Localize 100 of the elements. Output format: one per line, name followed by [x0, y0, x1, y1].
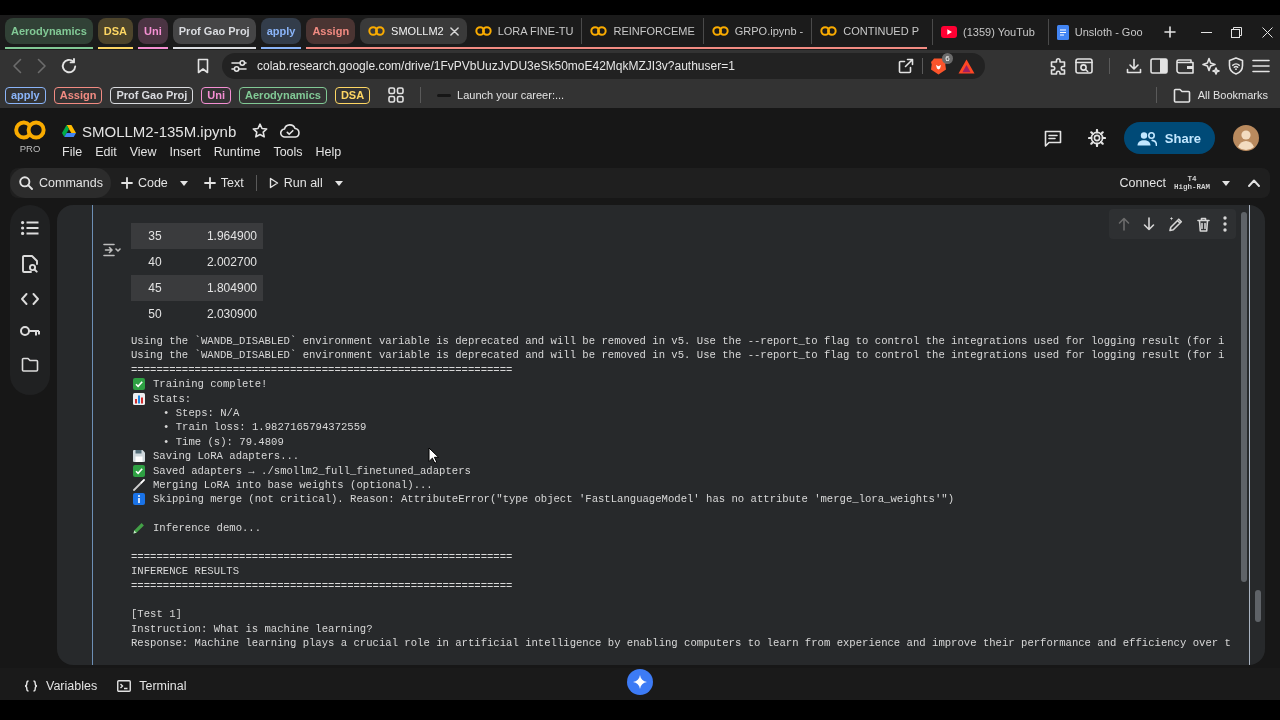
caret-icon[interactable] [179, 180, 188, 186]
people-icon [1136, 130, 1157, 146]
browser-tab[interactable]: REINFORCEME [581, 18, 703, 44]
bookmark-group-chip[interactable]: Assign [53, 86, 103, 104]
wallet-icon[interactable] [1176, 58, 1194, 74]
chevron-up-icon[interactable] [1248, 179, 1260, 187]
settings-icon[interactable] [1087, 129, 1106, 147]
triangle-icon[interactable] [958, 58, 975, 74]
browser-tab[interactable]: LORA FINE-TU [466, 18, 582, 44]
bookmark-group-chip[interactable]: Aerodynamics [239, 86, 327, 104]
output-toggle-icon[interactable] [103, 243, 121, 257]
plan-label: PRO [19, 144, 41, 154]
tab-group-chip[interactable]: apply [260, 18, 302, 44]
commands-button[interactable]: Commands [10, 168, 111, 198]
all-bookmarks-button[interactable]: All Bookmarks [1172, 87, 1268, 103]
star-icon[interactable] [252, 123, 269, 139]
browser-tab[interactable]: CONTINUED P [811, 18, 927, 44]
output-line: Stats: [153, 391, 192, 406]
bookmark-link[interactable]: Launch your career:... [437, 89, 565, 101]
lion-head-icon[interactable] [931, 57, 946, 75]
caret-icon[interactable] [1222, 180, 1230, 186]
share-icon[interactable] [898, 58, 914, 74]
variables-button[interactable]: Variables [22, 678, 100, 693]
tab-search-icon[interactable] [1075, 58, 1093, 74]
triangle-logo-icon [62, 125, 76, 137]
menu-item[interactable]: Edit [95, 144, 117, 160]
address-bar[interactable]: colab.research.google.com/drive/1FvPVbUuzJvDU3eSk50moE42MqkMZJI3v?authuser=1 6 [222, 53, 985, 79]
code-icon[interactable] [21, 293, 39, 305]
check-box-icon [133, 378, 145, 391]
tab-group-chip[interactable]: Assign [306, 18, 356, 44]
minimize-icon[interactable] [1200, 31, 1212, 33]
caret-icon[interactable] [334, 180, 343, 186]
tab-group-chip[interactable]: Aerodynamics [5, 18, 93, 44]
add-code-button[interactable]: Code [116, 169, 172, 197]
output-line: • Time (s): 79.4809 [162, 434, 285, 450]
browser-tab[interactable]: (1359) YouTub [932, 19, 1043, 45]
list-icon[interactable] [21, 221, 39, 235]
download-icon[interactable] [1126, 58, 1142, 74]
puzzle-icon[interactable] [1049, 57, 1067, 75]
reload-icon[interactable] [61, 58, 77, 74]
sparkle-button[interactable] [627, 669, 653, 695]
bookmark-group-chip[interactable]: Uni [201, 86, 232, 104]
document-icon [1056, 24, 1069, 40]
run-all-button[interactable]: Run all [264, 169, 327, 197]
terminal-button[interactable]: Terminal [115, 678, 189, 693]
bookmark-group-chip[interactable]: apply [5, 86, 46, 104]
rings-icon [711, 26, 729, 36]
add-text-button[interactable]: Text [199, 169, 248, 197]
menu-icon[interactable] [1252, 59, 1270, 73]
close-icon[interactable] [1261, 26, 1273, 38]
browser-tab[interactable]: SMOLLM2 [360, 18, 467, 44]
browser-tab[interactable]: GRPO.ipynb - [702, 18, 812, 44]
tab-group-chip[interactable]: Prof Gao Proj [172, 18, 256, 44]
rings-icon [474, 26, 492, 36]
table-cell-text: 2.030900 [205, 306, 258, 323]
scrollbar-thumb[interactable] [1255, 590, 1261, 622]
pencil-icon [133, 522, 145, 535]
trash-icon[interactable] [1197, 216, 1210, 232]
sidebar-icon[interactable] [1150, 58, 1168, 74]
shield-icon[interactable] [1228, 57, 1244, 75]
tab-group-chip[interactable]: Uni [138, 18, 168, 44]
browser-tab[interactable]: Unsloth - Goo [1047, 19, 1151, 45]
plus-icon[interactable] [1163, 26, 1176, 38]
menu-item[interactable]: Runtime [213, 144, 261, 160]
key-icon[interactable] [20, 325, 40, 337]
close-icon[interactable] [449, 26, 459, 36]
share-button[interactable]: Share [1123, 122, 1215, 154]
menu-item[interactable]: Tools [273, 144, 303, 160]
apps-grid-icon[interactable] [388, 87, 405, 103]
menu-item[interactable]: File [62, 144, 83, 160]
output-line: ============================================================ [131, 578, 514, 594]
site-settings-icon[interactable] [231, 59, 247, 73]
info-icon [133, 493, 145, 506]
play-icon [268, 177, 279, 189]
url-field[interactable]: colab.research.google.com/drive/1FvPVbUuzJvDU3eSk50moE42MqkMZJI3v?authuser=1 [257, 59, 735, 73]
scrollbar-thumb[interactable] [1241, 212, 1247, 582]
more-vert-icon[interactable] [1223, 216, 1227, 232]
menu-item[interactable]: Insert [169, 144, 201, 160]
sparkles-icon[interactable] [1202, 57, 1220, 75]
bookmark-group-chip[interactable]: Prof Gao Proj [110, 86, 194, 104]
notebook-title[interactable]: SMOLLM2-135M.ipynb [82, 122, 237, 140]
menu-item[interactable]: Help [315, 144, 342, 160]
bar-chart-icon [133, 392, 145, 405]
table-cell-text: 2.002700 [205, 254, 258, 271]
cloud-check-icon [280, 124, 301, 138]
bookmark-icon[interactable] [197, 58, 209, 74]
folder-icon[interactable] [21, 357, 39, 372]
table-cell-text: 50 [147, 306, 163, 323]
tab-group-chip[interactable]: DSA [97, 18, 134, 44]
menu-item[interactable]: View [129, 144, 157, 160]
avatar-icon[interactable] [1233, 125, 1259, 151]
mouse-pointer-icon [428, 447, 439, 464]
arrow-down-icon[interactable] [1143, 217, 1155, 231]
bookmark-group-chip[interactable]: DSA [334, 86, 371, 104]
restore-icon[interactable] [1231, 26, 1243, 38]
plus-icon [120, 177, 133, 189]
sparkle-pencil-icon[interactable] [1168, 216, 1184, 232]
comment-icon[interactable] [1043, 129, 1062, 147]
table-cell-text: 40 [147, 254, 163, 271]
document-search-icon[interactable] [22, 255, 38, 273]
